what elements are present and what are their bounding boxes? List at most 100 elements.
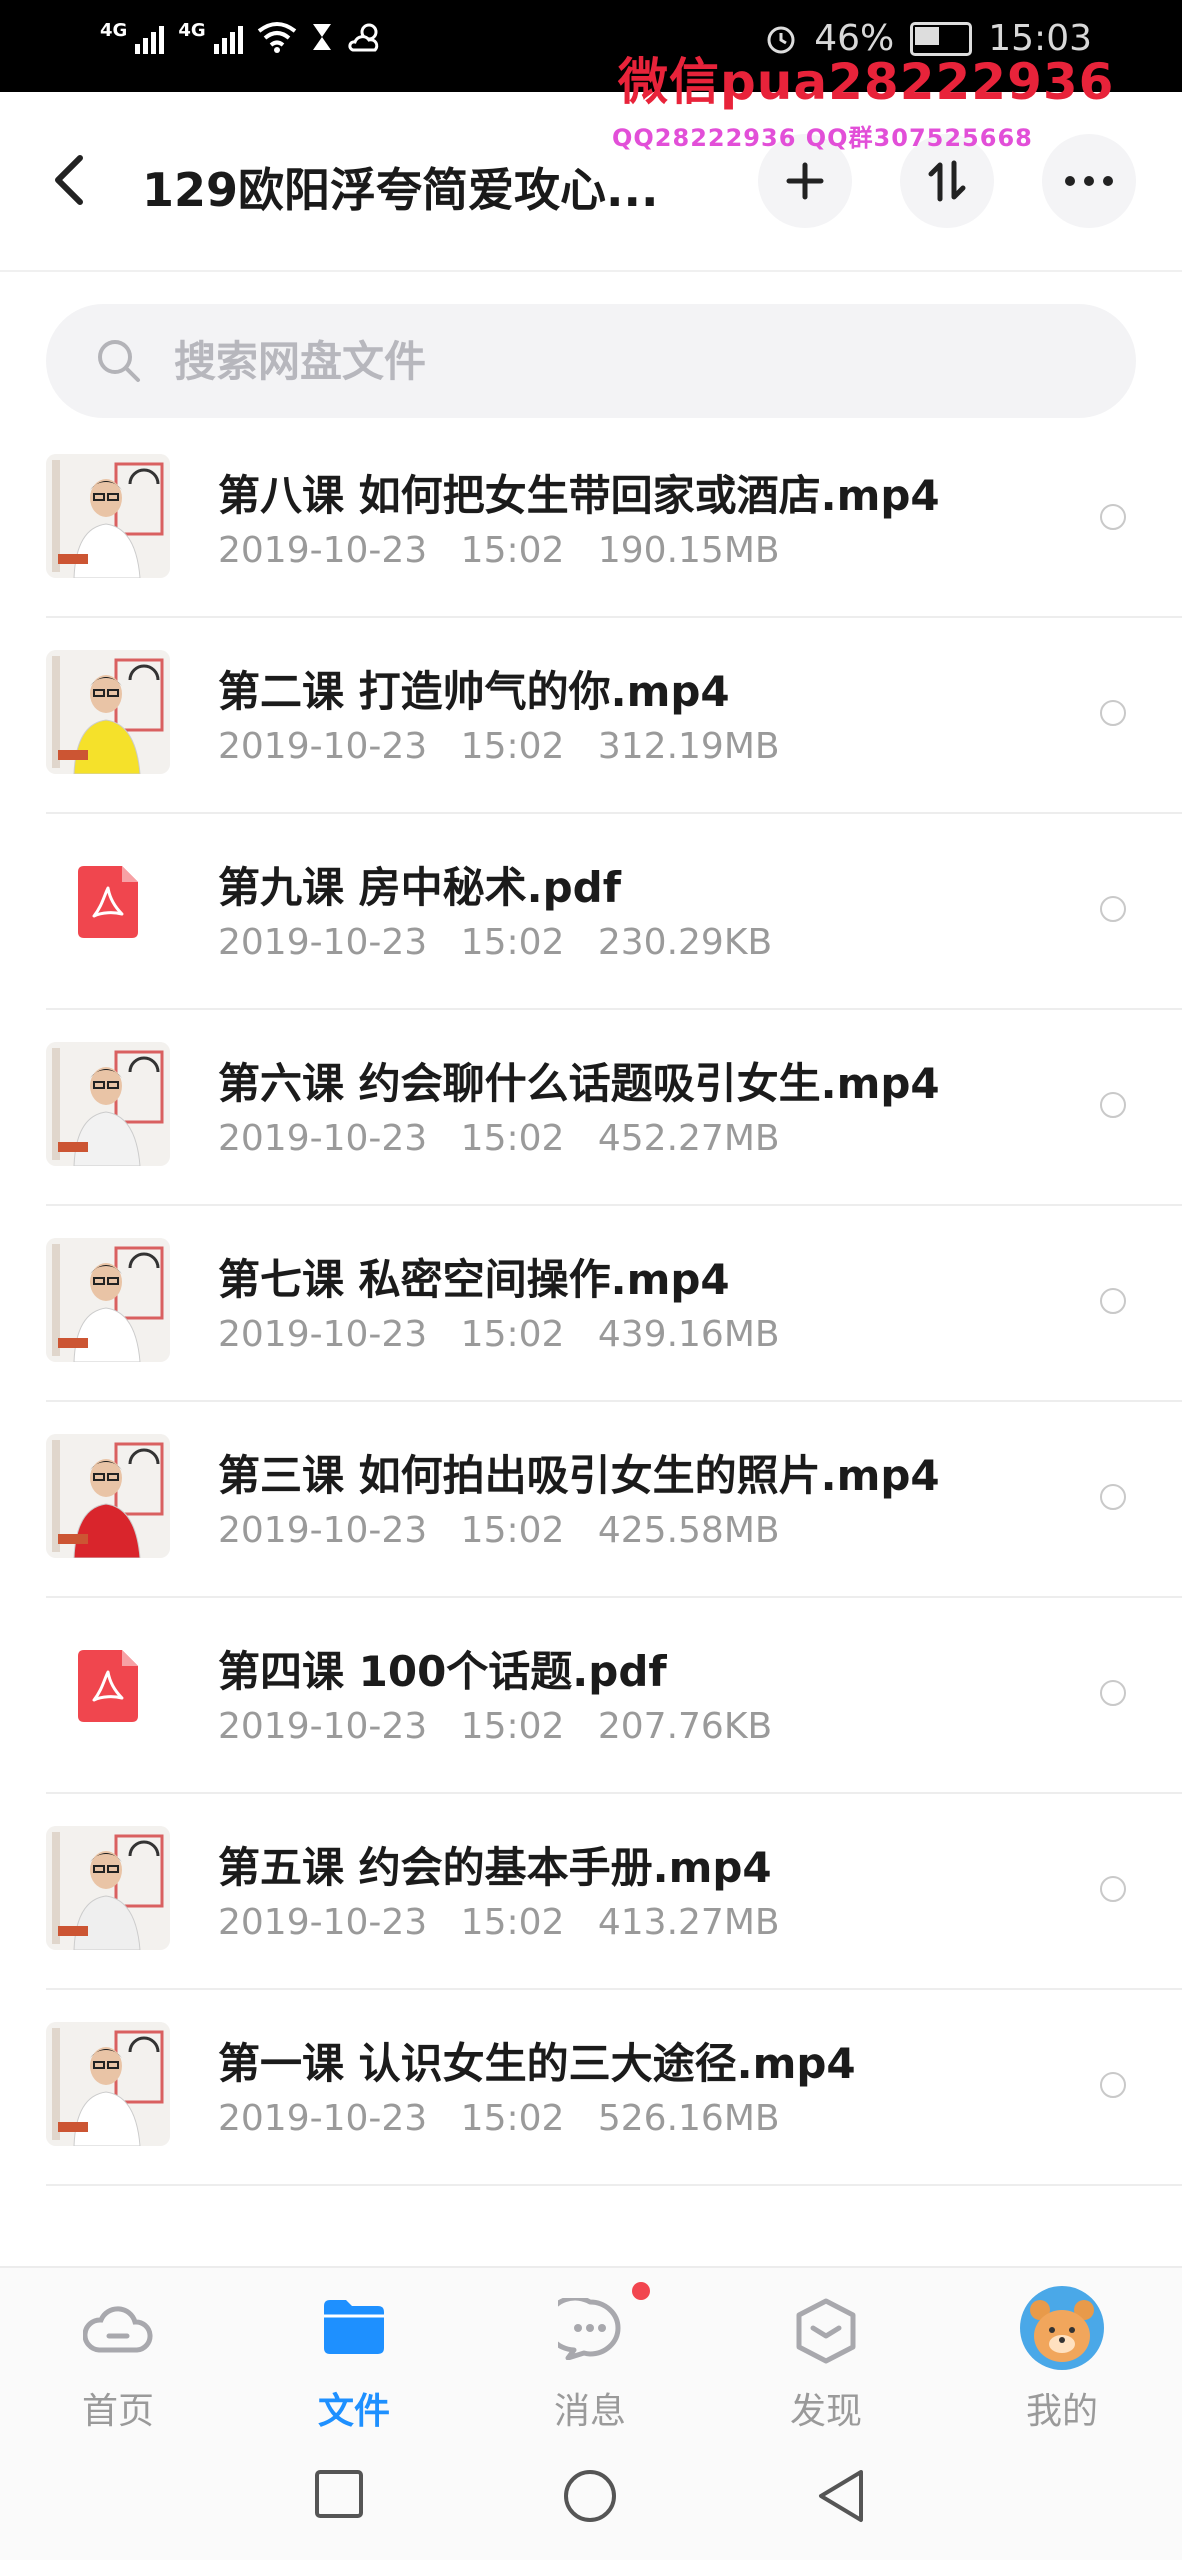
- file-time: 15:02: [460, 1118, 565, 1159]
- file-row[interactable]: 第七课 私密空间操作.mp4 2019-10-23 15:02 439.16MB: [0, 1206, 1182, 1402]
- select-checkbox[interactable]: [1100, 896, 1126, 922]
- watermark-wechat: 微信pua28222936: [618, 53, 1115, 111]
- tab-label: 文件: [317, 2391, 390, 2432]
- more-button[interactable]: [1042, 134, 1136, 228]
- file-list: 第八课 如何把女生带回家或酒店.mp4 2019-10-23 15:02 190…: [0, 422, 1182, 2186]
- pdf-file-icon: [78, 1650, 138, 1722]
- file-name: 第五课 约会的基本手册.mp4: [218, 1843, 772, 1892]
- home-circle-icon[interactable]: [562, 2468, 618, 2524]
- pdf-file-icon: [78, 866, 138, 938]
- file-name: 第四课 100个话题.pdf: [218, 1647, 667, 1696]
- discover-icon: [795, 2298, 857, 2368]
- file-row[interactable]: 第六课 约会聊什么话题吸引女生.mp4 2019-10-23 15:02 452…: [0, 1010, 1182, 1206]
- message-badge: [632, 2282, 650, 2300]
- tab-home[interactable]: 首页: [0, 2268, 236, 2440]
- file-date: 2019-10-23: [218, 1902, 428, 1943]
- file-date: 2019-10-23: [218, 2098, 428, 2139]
- hourglass-icon: [312, 24, 331, 50]
- file-size: 425.58MB: [597, 1510, 780, 1551]
- file-meta: 2019-10-23 15:02 207.76KB: [218, 1706, 772, 1747]
- file-date: 2019-10-23: [218, 922, 428, 963]
- network-type-2: 4G: [178, 20, 206, 41]
- file-date: 2019-10-23: [218, 1510, 428, 1551]
- file-size: 526.16MB: [597, 2098, 780, 2139]
- tab-discover[interactable]: 发现: [708, 2268, 944, 2440]
- file-row[interactable]: 第二课 打造帅气的你.mp4 2019-10-23 15:02 312.19MB: [0, 618, 1182, 814]
- add-icon: [786, 162, 824, 200]
- select-checkbox[interactable]: [1100, 1484, 1126, 1510]
- file-row[interactable]: 第三课 如何拍出吸引女生的照片.mp4 2019-10-23 15:02 425…: [0, 1402, 1182, 1598]
- file-date: 2019-10-23: [218, 530, 428, 571]
- file-row[interactable]: 第五课 约会的基本手册.mp4 2019-10-23 15:02 413.27M…: [0, 1794, 1182, 1990]
- system-nav-bar: [0, 2438, 1182, 2560]
- video-thumbnail: [46, 454, 170, 578]
- file-meta: 2019-10-23 15:02 439.16MB: [218, 1314, 780, 1355]
- signal-icon-2: [213, 20, 243, 54]
- bottom-tab-bar: 首页 文件 消息 发现 我的: [0, 2266, 1182, 2440]
- tab-messages[interactable]: 消息: [472, 2268, 708, 2440]
- tab-profile[interactable]: 我的: [944, 2268, 1180, 2440]
- tab-label: 发现: [789, 2391, 862, 2432]
- select-checkbox[interactable]: [1100, 1092, 1126, 1118]
- file-size: 190.15MB: [597, 530, 780, 571]
- tab-label: 消息: [553, 2391, 626, 2432]
- file-time: 15:02: [460, 2098, 565, 2139]
- file-meta: 2019-10-23 15:02 452.27MB: [218, 1118, 780, 1159]
- chat-icon: [544, 2295, 622, 2364]
- file-row[interactable]: 第九课 房中秘术.pdf 2019-10-23 15:02 230.29KB: [0, 814, 1182, 1010]
- video-thumbnail: [46, 1238, 170, 1362]
- file-row[interactable]: 第四课 100个话题.pdf 2019-10-23 15:02 207.76KB: [0, 1598, 1182, 1794]
- video-thumbnail: [46, 1042, 170, 1166]
- file-meta: 2019-10-23 15:02 230.29KB: [218, 922, 772, 963]
- video-thumbnail: [46, 2022, 170, 2146]
- sort-icon: [928, 160, 966, 202]
- file-meta: 2019-10-23 15:02 312.19MB: [218, 726, 780, 767]
- file-size: 413.27MB: [597, 1902, 780, 1943]
- select-checkbox[interactable]: [1100, 700, 1126, 726]
- file-size: 439.16MB: [597, 1314, 780, 1355]
- back-icon: [55, 155, 83, 205]
- watermark-qq: QQ28222936 QQ群307525668: [612, 124, 1033, 152]
- video-thumbnail: [46, 1826, 170, 1950]
- tab-files[interactable]: 文件: [236, 2268, 472, 2440]
- file-time: 15:02: [460, 1706, 565, 1747]
- file-time: 15:02: [460, 1902, 565, 1943]
- weather-icon: [348, 23, 378, 52]
- file-date: 2019-10-23: [218, 1706, 428, 1747]
- file-date: 2019-10-23: [218, 726, 428, 767]
- back-button[interactable]: [50, 152, 100, 212]
- file-row[interactable]: 第八课 如何把女生带回家或酒店.mp4 2019-10-23 15:02 190…: [0, 422, 1182, 618]
- file-row[interactable]: 第一课 认识女生的三大途径.mp4 2019-10-23 15:02 526.1…: [0, 1990, 1182, 2186]
- file-time: 15:02: [460, 1314, 565, 1355]
- file-meta: 2019-10-23 15:02 425.58MB: [218, 1510, 780, 1551]
- select-checkbox[interactable]: [1100, 1680, 1126, 1706]
- video-thumbnail-image: [46, 1434, 170, 1558]
- tab-label: 首页: [81, 2391, 154, 2432]
- file-size: 312.19MB: [597, 726, 780, 767]
- file-time: 15:02: [460, 922, 565, 963]
- select-checkbox[interactable]: [1100, 1288, 1126, 1314]
- search-bar[interactable]: [46, 304, 1136, 418]
- video-thumbnail-image: [46, 1238, 170, 1362]
- folder-title: 129欧阳浮夸简爱攻心...: [142, 163, 659, 217]
- video-thumbnail-image: [46, 650, 170, 774]
- video-thumbnail-image: [46, 454, 170, 578]
- more-icon: [1065, 176, 1113, 186]
- tab-label: 我的: [1025, 2391, 1098, 2432]
- video-thumbnail-image: [46, 1042, 170, 1166]
- file-meta: 2019-10-23 15:02 526.16MB: [218, 2098, 780, 2139]
- file-date: 2019-10-23: [218, 1118, 428, 1159]
- file-name: 第六课 约会聊什么话题吸引女生.mp4: [218, 1059, 940, 1108]
- select-checkbox[interactable]: [1100, 2072, 1126, 2098]
- file-meta: 2019-10-23 15:02 190.15MB: [218, 530, 780, 571]
- recent-apps-icon[interactable]: [313, 2468, 365, 2520]
- video-thumbnail-image: [46, 2022, 170, 2146]
- select-checkbox[interactable]: [1100, 1876, 1126, 1902]
- cloud-icon: [82, 2298, 153, 2362]
- back-triangle-icon[interactable]: [815, 2468, 867, 2524]
- file-name: 第七课 私密空间操作.mp4: [218, 1255, 730, 1304]
- network-type-1: 4G: [100, 20, 128, 41]
- select-checkbox[interactable]: [1100, 504, 1126, 530]
- file-size: 207.76KB: [597, 1706, 773, 1747]
- search-input[interactable]: [172, 328, 1056, 394]
